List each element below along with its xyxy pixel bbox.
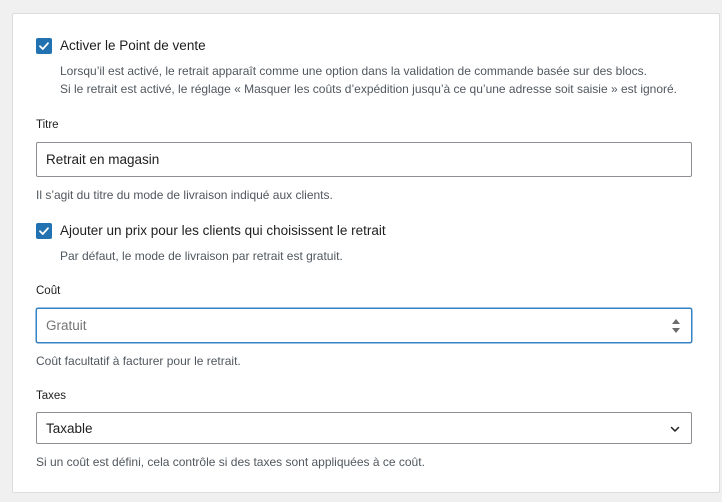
add-price-help: Par défaut, le mode de livraison par ret… xyxy=(60,249,343,263)
title-input-value: Retrait en magasin xyxy=(46,152,160,167)
enable-pickup-help-line1: Lorsqu’il est activé, le retrait apparaî… xyxy=(60,64,647,78)
cost-field-label: Coût xyxy=(36,285,61,297)
tax-status-select[interactable]: Taxable xyxy=(36,412,692,444)
title-field-help: Il s’agit du titre du mode de livraison … xyxy=(36,188,333,202)
enable-pickup-checkbox[interactable] xyxy=(36,38,52,54)
tax-field-label: Taxes xyxy=(36,390,67,402)
checkmark-icon xyxy=(39,227,49,235)
number-stepper-icon[interactable] xyxy=(671,317,681,335)
title-input[interactable]: Retrait en magasin xyxy=(36,142,692,177)
enable-pickup-help-line2: Si le retrait est activé, le réglage « M… xyxy=(60,82,678,96)
title-field-label: Titre xyxy=(36,119,59,131)
enable-pickup-label: Activer le Point de vente xyxy=(60,38,206,53)
checkmark-icon xyxy=(39,42,49,50)
tax-status-selected: Taxable xyxy=(46,420,93,436)
cost-field-help: Coût facultatif à facturer pour le retra… xyxy=(36,354,241,368)
cost-input[interactable]: Gratuit xyxy=(36,308,692,343)
add-price-checkbox[interactable] xyxy=(36,223,52,239)
cost-input-placeholder: Gratuit xyxy=(46,318,87,333)
add-price-label: Ajouter un prix pour les clients qui cho… xyxy=(60,223,386,238)
chevron-down-icon xyxy=(670,426,680,432)
tax-field-help: Si un coût est défini, cela contrôle si … xyxy=(36,455,425,469)
